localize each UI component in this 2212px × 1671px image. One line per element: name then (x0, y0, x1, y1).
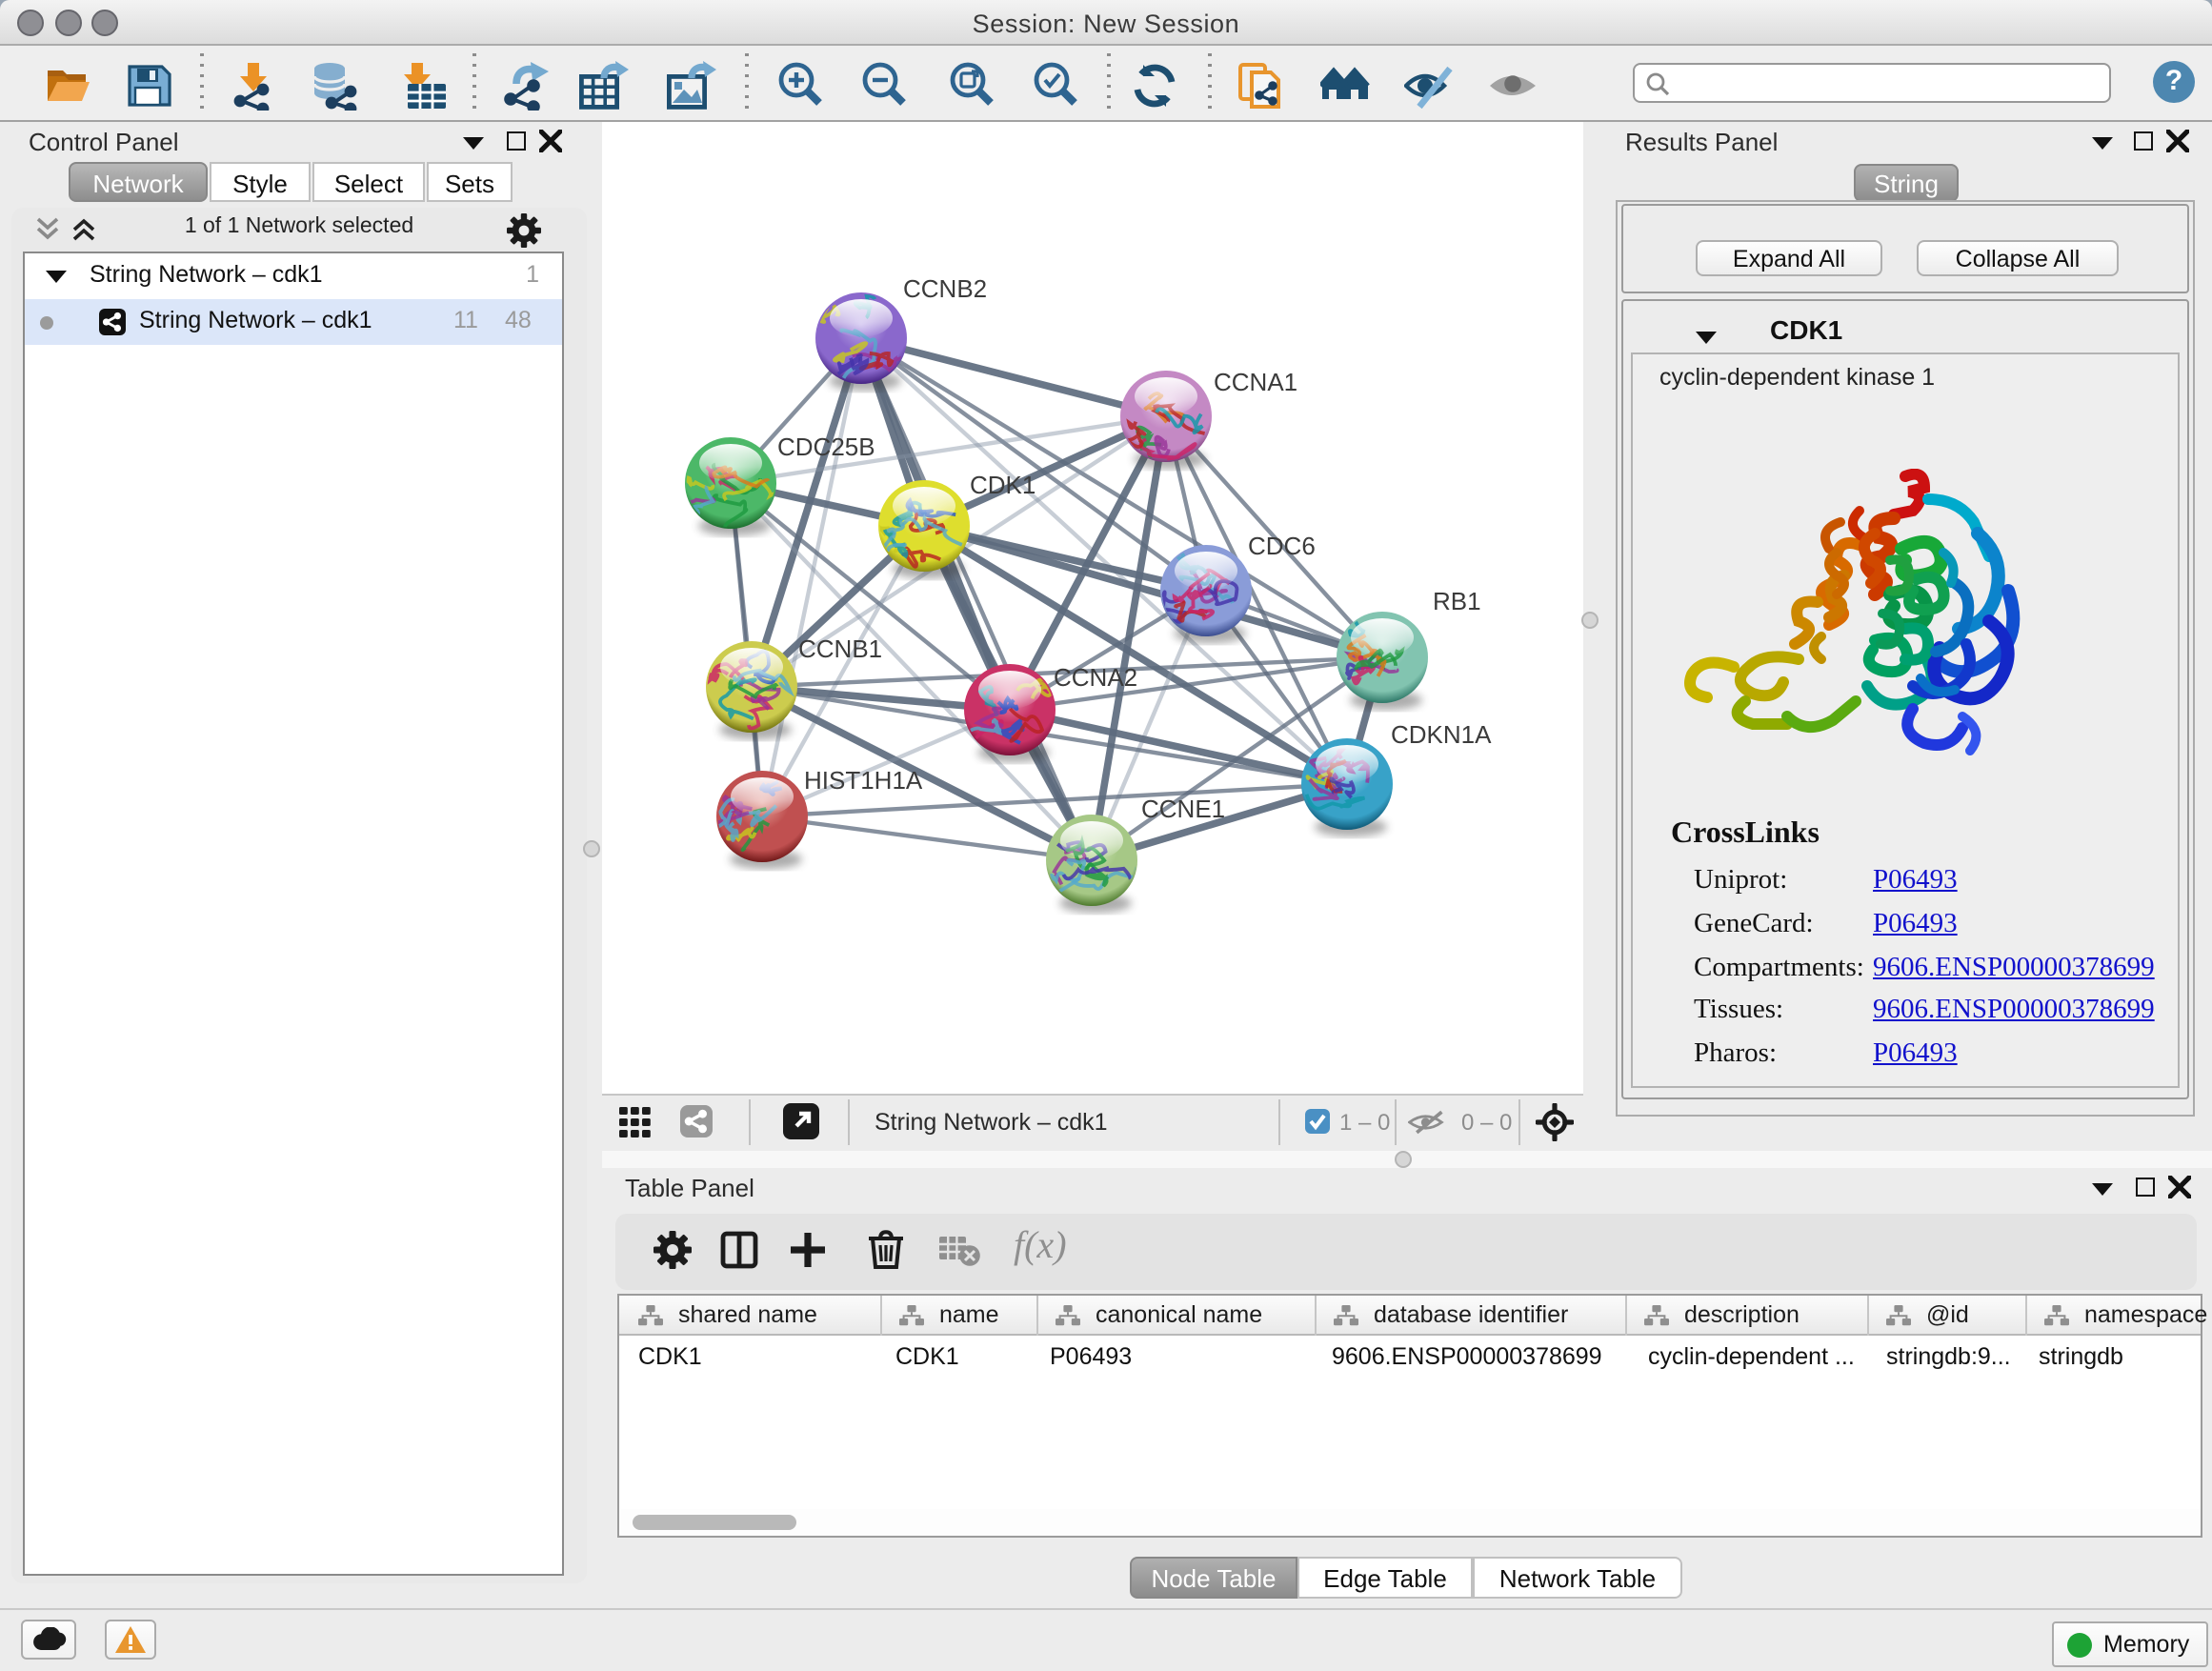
svg-text:CCNA1: CCNA1 (1214, 368, 1297, 396)
svg-text:CDC6: CDC6 (1248, 532, 1316, 560)
svg-text:RB1: RB1 (1433, 587, 1481, 615)
svg-text:HIST1H1A: HIST1H1A (804, 766, 923, 795)
svg-text:CCNA2: CCNA2 (1054, 663, 1137, 692)
svg-text:CCNB2: CCNB2 (903, 274, 987, 303)
svg-text:CDC25B: CDC25B (777, 433, 875, 461)
svg-text:CCNB1: CCNB1 (798, 634, 882, 663)
svg-text:CCNE1: CCNE1 (1141, 795, 1225, 823)
svg-text:CDK1: CDK1 (970, 471, 1036, 499)
svg-text:CDKN1A: CDKN1A (1391, 720, 1492, 749)
